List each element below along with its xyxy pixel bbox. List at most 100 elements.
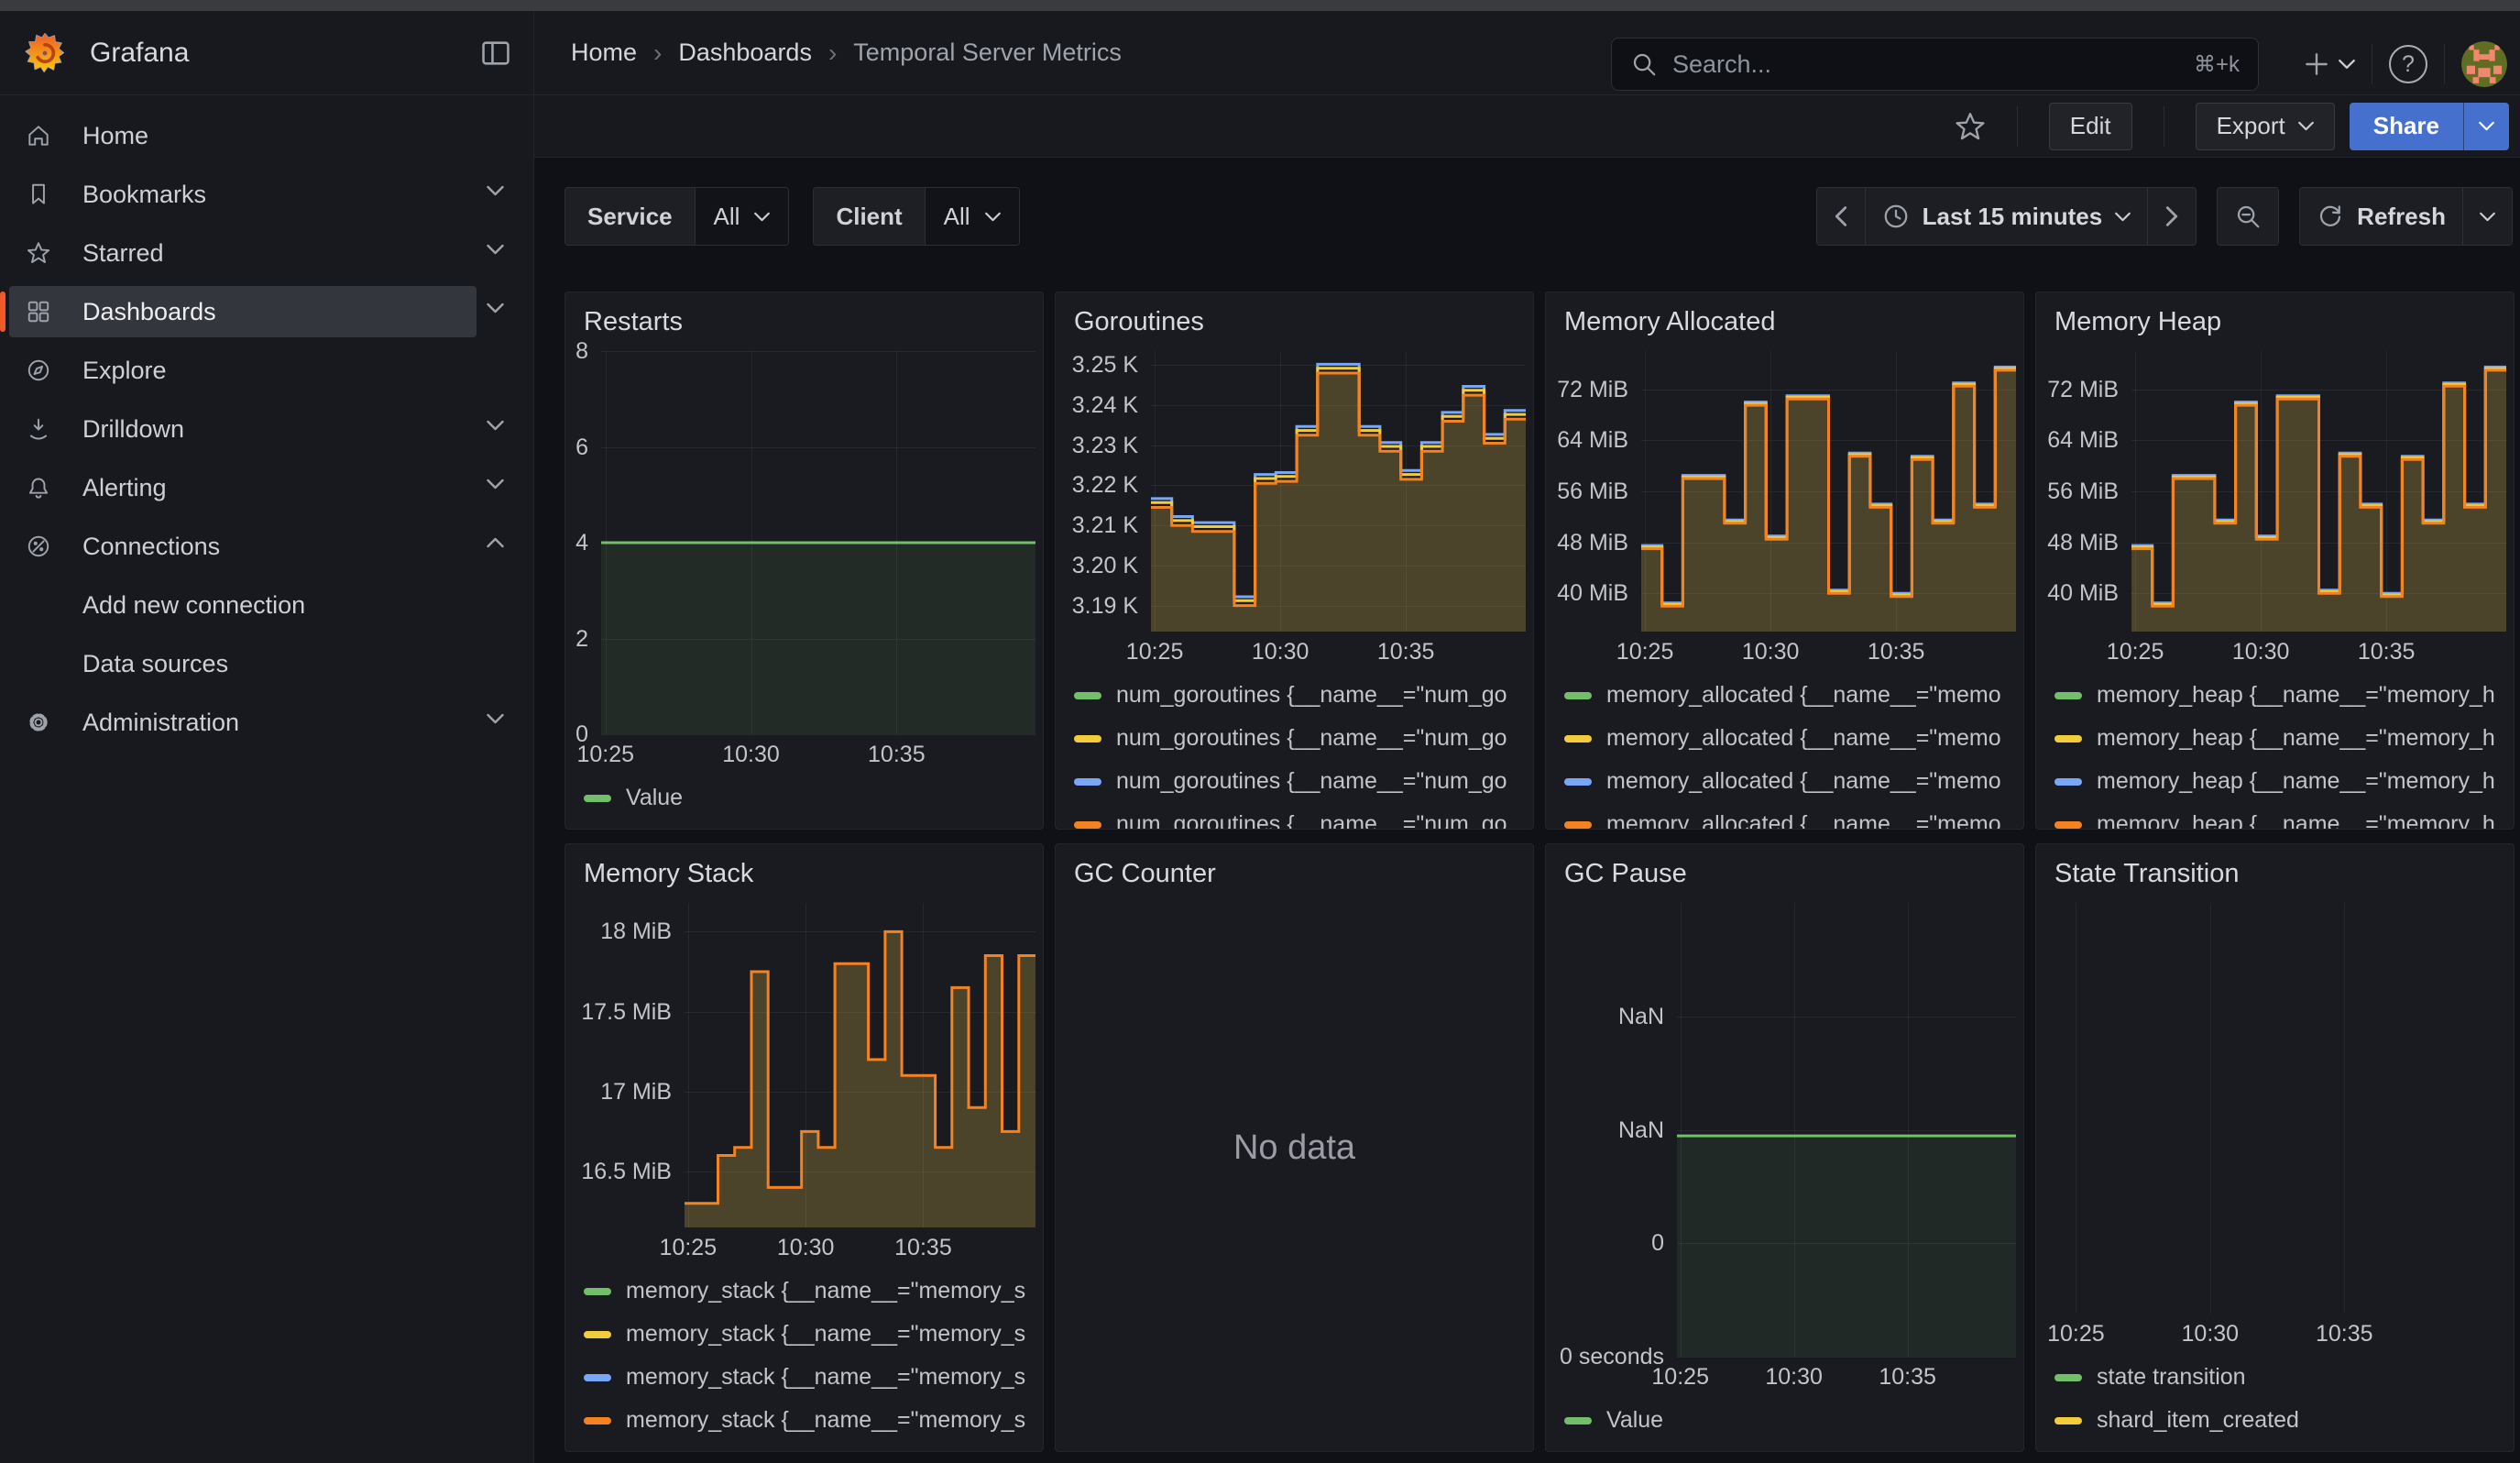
legend-item[interactable]: Value [584,776,1037,820]
panel-title[interactable]: State Transition [2054,859,2240,889]
legend-swatch [1564,778,1592,786]
chevron-down-icon[interactable] [487,478,504,490]
avatar[interactable] [2461,41,2507,87]
variable-client[interactable]: Client All [813,187,1019,246]
legend-item[interactable]: num_goroutines {__name__="num_go [1074,803,1528,830]
sidebar-item-explore[interactable]: Explore [0,345,533,396]
legend-item[interactable]: num_goroutines {__name__="num_go [1074,760,1528,803]
divider [2017,106,2018,147]
refresh-interval-button[interactable] [2462,188,2512,245]
legend: memory_stack {__name__="memory_smemory_s… [584,1270,1037,1452]
share-button[interactable]: Share [2350,103,2463,150]
legend-item[interactable]: memory_stack {__name__="memory_s [584,1356,1037,1399]
sidebar-item-bookmarks[interactable]: Bookmarks [0,169,533,220]
legend-item[interactable]: Value [1564,1399,2018,1442]
sidebar-item-data-sources[interactable]: Data sources [0,638,533,689]
legend-swatch [1564,1417,1592,1424]
panel-title[interactable]: Restarts [584,307,683,337]
edit-button[interactable]: Edit [2049,103,2132,150]
legend-item[interactable]: memory_heap {__name__="memory_h [2054,760,2508,803]
legend-swatch [584,1288,611,1295]
legend-item[interactable]: memory_allocated {__name__="memo [1564,674,2018,717]
zoom-out-icon [2234,203,2262,230]
sidebar-item-home[interactable]: Home [0,110,533,161]
variable-value: All [944,203,970,231]
legend-label: memory_heap {__name__="memory_h [2097,811,2495,830]
legend-item[interactable]: memory_heap {__name__="memory_h [2054,717,2508,760]
help-icon[interactable]: ? [2389,45,2427,83]
sidebar-item-label: Home [82,122,148,150]
chevron-down-icon[interactable] [2339,59,2355,70]
legend-item[interactable]: shard_item_created [2054,1399,2508,1442]
top-right-icons: ? [2302,22,2520,106]
grafana-logo[interactable] [24,32,66,74]
sidebar-item-administration[interactable]: Administration [0,697,533,748]
panel-title[interactable]: Memory Heap [2054,307,2221,337]
chevron-down-icon[interactable] [487,713,504,724]
export-button[interactable]: Export [2196,103,2335,150]
chevron-down-icon[interactable] [487,420,504,431]
y-axis-label: 3.23 K [1056,433,1138,459]
variable-service[interactable]: Service All [564,187,789,246]
legend-item[interactable]: num_goroutines {__name__="num_go [1074,674,1528,717]
x-axis-label: 10:25 [576,742,634,768]
breadcrumb-separator: › [653,38,662,68]
chevron-down-icon[interactable] [487,302,504,314]
legend-swatch [584,1331,611,1338]
panel-title[interactable]: Memory Stack [584,859,753,889]
legend-label: Value [626,785,683,811]
legend: Value [584,776,1037,830]
legend-label: memory_allocated {__name__="memo [1606,768,2001,795]
panel-title[interactable]: GC Pause [1564,859,1687,889]
legend: state transitionshard_item_created [2054,1356,2508,1452]
chevron-right-icon [2164,206,2179,226]
legend-item[interactable]: state transition [2054,1356,2508,1399]
sidebar-item-starred[interactable]: Starred [0,227,533,279]
star-icon[interactable] [1955,111,1986,142]
chevron-down-icon[interactable] [487,185,504,196]
sidebar-item-connections[interactable]: Connections [0,521,533,572]
legend-item[interactable]: memory_heap {__name__="memory_h [2054,674,2508,717]
chevron-up-icon[interactable] [487,537,504,548]
zoom-out-button[interactable] [2218,188,2278,245]
panel-title[interactable]: Memory Allocated [1564,307,1776,337]
y-axis-label: 3.24 K [1056,392,1138,419]
time-shift-forward-button[interactable] [2147,188,2196,245]
panel-title[interactable]: Goroutines [1074,307,1204,337]
sidebar-item-alerting[interactable]: Alerting [0,462,533,513]
sidebar-item-dashboards[interactable]: Dashboards [0,286,533,337]
chevron-down-icon[interactable] [487,244,504,255]
legend-swatch [2054,1374,2082,1381]
legend-swatch [2054,778,2082,786]
refresh-button[interactable]: Refresh [2300,188,2462,245]
refresh-label: Refresh [2357,203,2446,231]
breadcrumb: Home › Dashboards › Temporal Server Metr… [571,38,1122,68]
share-menu-button[interactable] [2463,103,2509,150]
breadcrumb-home[interactable]: Home [571,38,637,67]
legend-swatch [2054,735,2082,742]
x-axis-label: 10:30 [2182,1321,2240,1348]
search-input[interactable]: Search... ⌘+k [1611,38,2259,91]
plus-icon[interactable] [2302,50,2331,79]
legend-item[interactable]: memory_stack {__name__="memory_s [584,1270,1037,1313]
legend-item[interactable]: memory_allocated {__name__="memo [1564,717,2018,760]
sidebar-item-add-new-connection[interactable]: Add new connection [0,579,533,631]
time-shift-back-button[interactable] [1817,188,1865,245]
legend-label: memory_stack {__name__="memory_s [626,1364,1025,1391]
legend-item[interactable]: memory_stack {__name__="memory_s [584,1313,1037,1356]
search-shortcut: ⌘+k [2194,51,2240,78]
time-range-picker[interactable]: Last 15 minutes [1865,188,2148,245]
brand-label: Grafana [90,38,480,69]
legend-swatch [1074,778,1101,786]
panel-toggle-icon[interactable] [480,38,511,69]
sidebar-item-drilldown[interactable]: Drilldown [0,403,533,455]
legend-item[interactable]: memory_heap {__name__="memory_h [2054,803,2508,830]
legend-item[interactable]: memory_allocated {__name__="memo [1564,760,2018,803]
legend-item[interactable]: num_goroutines {__name__="num_go [1074,717,1528,760]
breadcrumb-dashboards[interactable]: Dashboards [678,38,812,67]
legend-item[interactable]: memory_allocated {__name__="memo [1564,803,2018,830]
y-axis-label: NaN [1546,1117,1664,1144]
legend-label: memory_allocated {__name__="memo [1606,682,2001,709]
legend-item[interactable]: memory_stack {__name__="memory_s [584,1399,1037,1442]
chart-plot [1151,351,1526,632]
